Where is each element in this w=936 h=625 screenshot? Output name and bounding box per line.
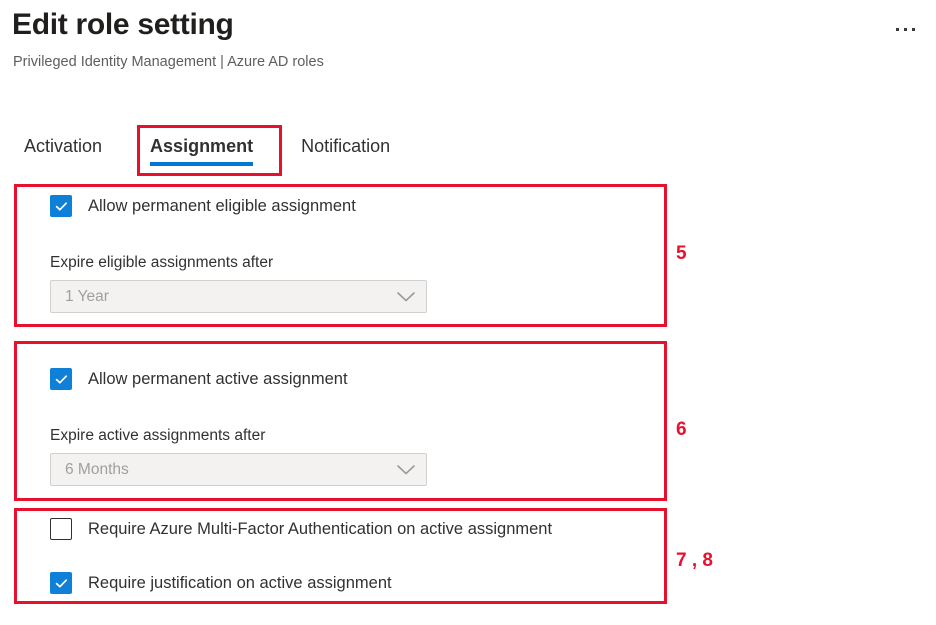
allow-permanent-eligible-checkbox[interactable] bbox=[50, 195, 72, 217]
expire-eligible-dropdown[interactable]: 1 Year bbox=[50, 280, 427, 313]
require-mfa-label: Require Azure Multi-Factor Authenticatio… bbox=[88, 519, 553, 538]
expire-eligible-value: 1 Year bbox=[65, 287, 109, 305]
allow-permanent-eligible-row[interactable]: Allow permanent eligible assignment bbox=[50, 195, 356, 217]
active-assignment-group: Allow permanent active assignment Expire… bbox=[14, 341, 667, 501]
tab-activation-label: Activation bbox=[24, 136, 103, 156]
chevron-down-icon bbox=[397, 464, 415, 474]
tab-activation[interactable]: Activation bbox=[0, 126, 126, 174]
ellipsis-dot-3 bbox=[911, 27, 915, 31]
breadcrumb-subtitle: Privileged Identity Management | Azure A… bbox=[13, 54, 324, 70]
annotation-number-5: 5 bbox=[676, 243, 687, 264]
require-mfa-row[interactable]: Require Azure Multi-Factor Authenticatio… bbox=[50, 518, 552, 540]
expire-eligible-label: Expire eligible assignments after bbox=[50, 254, 274, 271]
eligible-assignment-group: Allow permanent eligible assignment Expi… bbox=[14, 184, 667, 327]
checkmark-icon bbox=[55, 374, 67, 384]
allow-permanent-active-label: Allow permanent active assignment bbox=[88, 369, 348, 388]
require-justification-label: Require justification on active assignme… bbox=[88, 573, 392, 592]
chevron-down-icon bbox=[397, 291, 415, 301]
tab-notification[interactable]: Notification bbox=[277, 126, 414, 174]
expire-active-value: 6 Months bbox=[65, 460, 129, 478]
allow-permanent-active-checkbox[interactable] bbox=[50, 368, 72, 390]
require-justification-checkbox[interactable] bbox=[50, 572, 72, 594]
ellipsis-dot-2 bbox=[903, 27, 907, 31]
tab-assignment-label: Assignment bbox=[150, 136, 254, 156]
tab-selected-underline bbox=[150, 162, 254, 166]
edit-role-setting-page: Edit role setting Privileged Identity Ma… bbox=[0, 0, 936, 625]
require-mfa-checkbox[interactable] bbox=[50, 518, 72, 540]
ellipsis-icon[interactable] bbox=[888, 18, 922, 40]
expire-active-dropdown[interactable]: 6 Months bbox=[50, 453, 427, 486]
page-title: Edit role setting bbox=[12, 8, 234, 41]
tab-bar: Activation Assignment Notification bbox=[0, 126, 414, 174]
require-justification-row[interactable]: Require justification on active assignme… bbox=[50, 572, 392, 594]
ellipsis-dot-1 bbox=[895, 27, 899, 31]
tab-assignment[interactable]: Assignment bbox=[126, 126, 277, 174]
checkmark-icon bbox=[55, 201, 67, 211]
active-assignment-requirements-group: Require Azure Multi-Factor Authenticatio… bbox=[14, 508, 667, 604]
tab-notification-label: Notification bbox=[301, 136, 391, 156]
checkmark-icon bbox=[55, 578, 67, 588]
annotation-number-6: 6 bbox=[676, 419, 687, 440]
allow-permanent-active-row[interactable]: Allow permanent active assignment bbox=[50, 368, 348, 390]
expire-active-label: Expire active assignments after bbox=[50, 427, 266, 444]
annotation-number-7-8: 7 , 8 bbox=[676, 550, 713, 571]
allow-permanent-eligible-label: Allow permanent eligible assignment bbox=[88, 196, 356, 215]
